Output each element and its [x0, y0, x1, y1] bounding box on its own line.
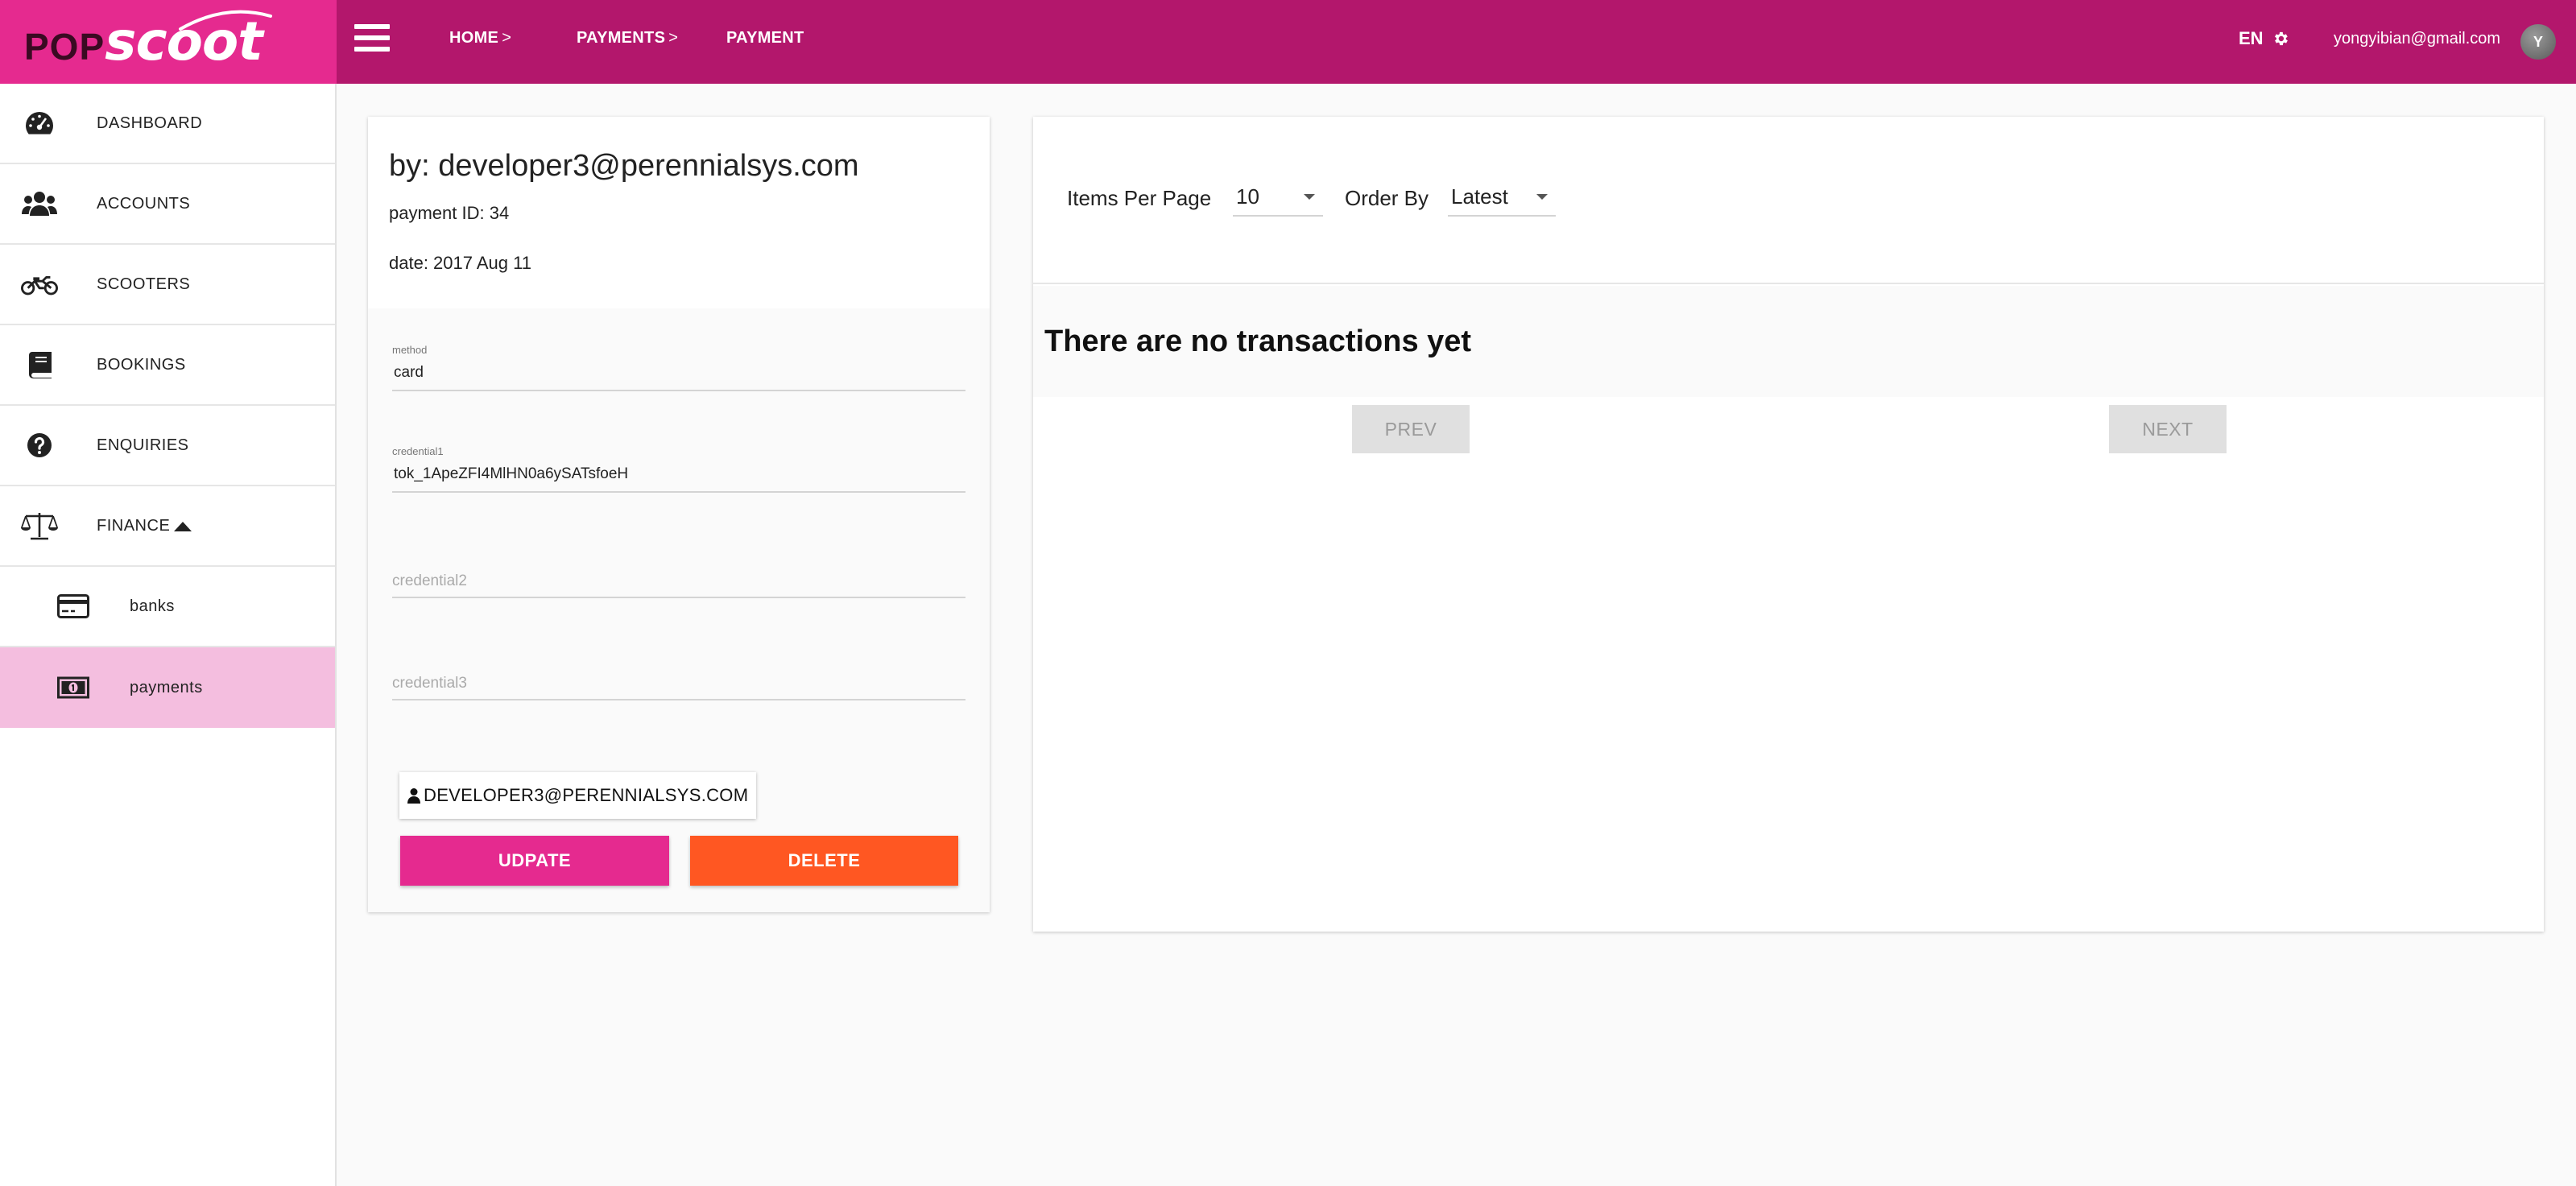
- question-icon: [21, 429, 58, 461]
- credential3-field[interactable]: credential3: [392, 675, 965, 700]
- items-per-page-label: Items Per Page: [1067, 186, 1212, 210]
- dropdown-arrow-icon: [1536, 194, 1548, 200]
- transactions-card: Items Per Page 10 Order By Latest There …: [1033, 117, 2544, 932]
- user-icon: [407, 788, 420, 804]
- balance-scale-icon: [21, 510, 58, 542]
- sidebar-item-payments[interactable]: payments: [0, 647, 335, 728]
- delete-button[interactable]: DELETE: [690, 836, 958, 886]
- sidebar-item-finance[interactable]: FINANCE: [0, 486, 335, 567]
- money-icon: [55, 672, 92, 704]
- user-email[interactable]: yongyibian@gmail.com: [2334, 30, 2500, 48]
- sidebar-item-enquiries[interactable]: ENQUIRIES: [0, 406, 335, 486]
- menu-toggle-icon[interactable]: [354, 24, 390, 56]
- breadcrumb-payment[interactable]: PAYMENT: [726, 29, 804, 48]
- gear-icon: [2274, 31, 2288, 46]
- sidebar-item-banks[interactable]: banks: [0, 567, 335, 647]
- logo-area[interactable]: POP scoot: [0, 0, 337, 84]
- next-button[interactable]: NEXT: [2109, 405, 2227, 453]
- popscoot-logo: POP scoot: [24, 10, 272, 72]
- dropdown-arrow-icon: [1304, 194, 1315, 200]
- sidebar-item-scooters[interactable]: SCOOTERS: [0, 245, 335, 325]
- sidebar-item-accounts[interactable]: ACCOUNTS: [0, 164, 335, 245]
- payment-id: payment ID: 34: [389, 203, 510, 223]
- dashboard-icon: [21, 107, 58, 139]
- payment-detail-card: by: developer3@perennialsys.com payment …: [368, 117, 990, 912]
- credential1-field[interactable]: credential1 tok_1ApeZFI4MlHN0a6ySATsfoeH: [392, 445, 965, 493]
- sidebar: DASHBOARD ACCOUNTS SCOOTERS BOOKINGS ENQ…: [0, 84, 337, 1186]
- payment-form: method card credential1 tok_1ApeZFI4MlHN…: [368, 308, 990, 912]
- update-button[interactable]: UDPATE: [400, 836, 669, 886]
- breadcrumb-home[interactable]: HOME >: [449, 29, 511, 48]
- payment-header: by: developer3@perennialsys.com payment …: [368, 117, 990, 308]
- method-field[interactable]: method card: [392, 344, 965, 391]
- payment-date: date: 2017 Aug 11: [389, 253, 531, 273]
- transactions-filters: Items Per Page 10 Order By Latest: [1033, 117, 2544, 284]
- book-icon: [21, 349, 58, 381]
- items-per-page-select[interactable]: 10: [1233, 178, 1323, 217]
- empty-state: There are no transactions yet: [1033, 286, 2544, 397]
- motorcycle-icon: [21, 268, 58, 300]
- top-app-bar: POP scoot HOME > PAYMENTS > PAYMENT EN yon…: [0, 0, 2576, 84]
- user-chip-button[interactable]: DEVELOPER3@PERENNIALSYS.COM: [399, 772, 757, 819]
- order-by-label: Order By: [1345, 186, 1429, 210]
- credential2-field[interactable]: credential2: [392, 572, 965, 598]
- empty-message: There are no transactions yet: [1044, 324, 1472, 358]
- page-title: by: developer3@perennialsys.com: [389, 149, 859, 183]
- credit-card-icon: [55, 590, 92, 622]
- order-by-select[interactable]: Latest: [1448, 178, 1556, 217]
- sidebar-item-bookings[interactable]: BOOKINGS: [0, 325, 335, 406]
- language-selector[interactable]: EN: [2239, 28, 2289, 49]
- sidebar-item-dashboard[interactable]: DASHBOARD: [0, 84, 335, 164]
- prev-button[interactable]: PREV: [1352, 405, 1470, 453]
- caret-up-icon[interactable]: [174, 522, 192, 531]
- avatar[interactable]: Y: [2520, 24, 2556, 60]
- breadcrumb-payments[interactable]: PAYMENTS >: [577, 29, 678, 48]
- users-icon: [21, 188, 58, 220]
